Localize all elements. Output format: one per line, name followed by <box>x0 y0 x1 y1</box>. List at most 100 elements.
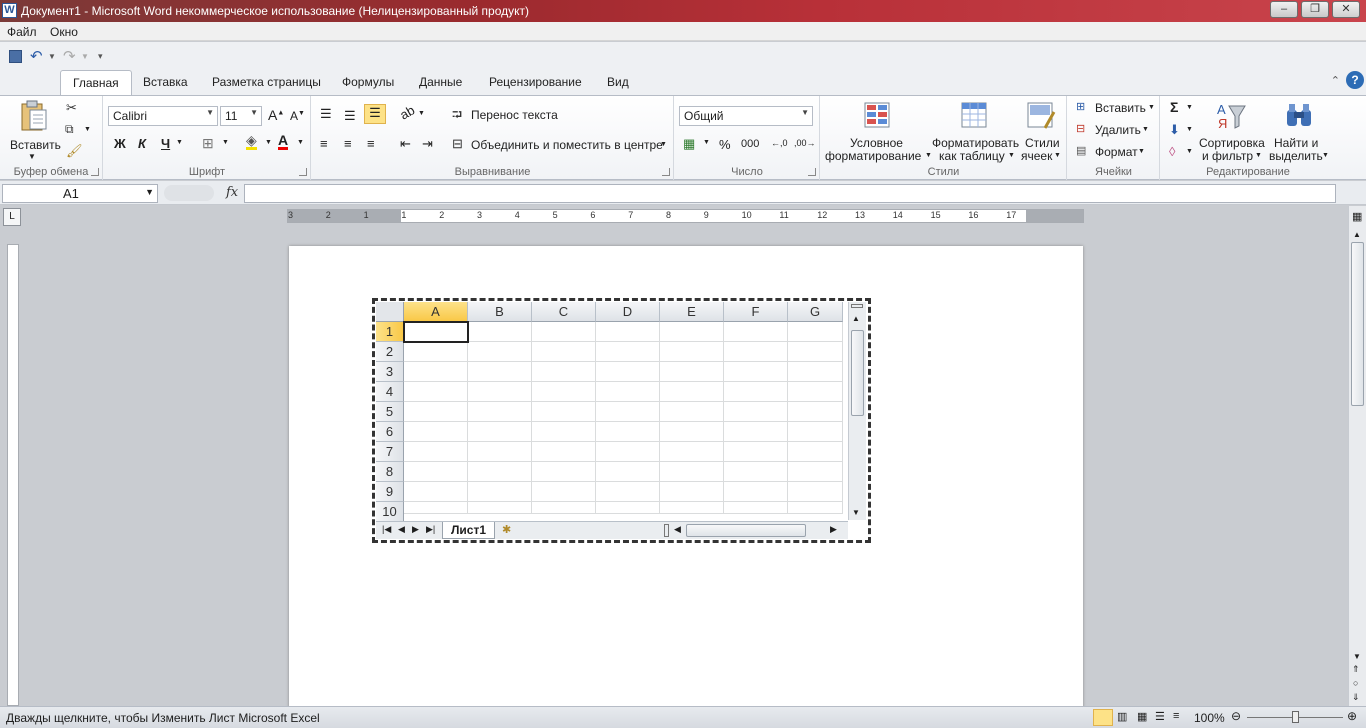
customize-toolbar-icon[interactable]: ▾ <box>98 51 103 67</box>
scroll-down-icon[interactable]: ▼ <box>1353 652 1361 661</box>
scroll-right-icon[interactable]: ▶ <box>830 524 837 535</box>
undo-icon[interactable]: ↶ <box>30 47 43 65</box>
column-header-e[interactable]: E <box>660 302 724 322</box>
minimize-button[interactable]: – <box>1270 1 1298 18</box>
undo-dropdown-icon[interactable]: ▼ <box>48 52 56 68</box>
cell-a9[interactable] <box>404 482 468 502</box>
outline-icon[interactable]: ☰ <box>1155 710 1165 723</box>
print-layout-icon[interactable] <box>1093 709 1113 726</box>
cell-d1[interactable] <box>596 322 660 342</box>
redo-icon[interactable]: ↷ <box>63 47 76 65</box>
align-center-icon[interactable]: ≡ <box>344 136 352 151</box>
chevron-down-icon[interactable]: ▼ <box>1142 126 1149 133</box>
font-size-select[interactable]: 11 ▼ <box>220 106 262 126</box>
cell-a3[interactable] <box>404 362 468 382</box>
scroll-down-icon[interactable]: ▼ <box>852 508 860 517</box>
name-box[interactable]: A1 ▼ <box>2 184 158 203</box>
shrink-font-icon[interactable]: A▼ <box>290 109 305 123</box>
save-icon[interactable] <box>9 50 22 63</box>
tab-insert[interactable]: Вставка <box>143 75 188 89</box>
italic-button[interactable]: К <box>138 136 146 151</box>
chevron-down-icon[interactable]: ▼ <box>1148 104 1155 111</box>
row-header-6[interactable]: 6 <box>376 422 404 442</box>
prev-sheet-icon[interactable]: ◀ <box>398 524 405 535</box>
insert-cells-button[interactable]: Вставить <box>1095 101 1146 115</box>
cell-e3[interactable] <box>660 362 724 382</box>
increase-decimal-icon[interactable]: ←,0 <box>771 138 788 148</box>
cell-g1[interactable] <box>788 322 843 342</box>
scroll-left-icon[interactable]: ◀ <box>674 524 681 535</box>
cell-c2[interactable] <box>532 342 596 362</box>
cell-a7[interactable] <box>404 442 468 462</box>
select-all-corner[interactable] <box>376 302 404 322</box>
font-name-select[interactable]: Calibri ▼ <box>108 106 218 126</box>
decrease-decimal-icon[interactable]: ,00→ <box>794 138 816 148</box>
percent-button[interactable]: % <box>719 137 731 152</box>
tab-view[interactable]: Вид <box>607 75 629 89</box>
format-as-table-button[interactable]: Форматировать как таблицу ▼ <box>931 98 1019 163</box>
column-header-b[interactable]: B <box>468 302 532 322</box>
split-handle-icon[interactable] <box>851 304 863 308</box>
column-header-d[interactable]: D <box>596 302 660 322</box>
view-ruler-icon[interactable]: ▦ <box>1352 210 1362 223</box>
zoom-out-icon[interactable]: ⊖ <box>1231 709 1241 723</box>
cell-b5[interactable] <box>468 402 532 422</box>
fill-color-icon[interactable]: ◈ <box>246 133 257 150</box>
find-select-button[interactable]: Найти и выделить ▼ <box>1267 98 1331 163</box>
bold-button[interactable]: Ж <box>114 136 126 151</box>
zoom-level[interactable]: 100% <box>1194 711 1225 725</box>
tab-home[interactable]: Главная <box>60 70 132 96</box>
cell-f10[interactable] <box>724 502 788 514</box>
cell-g2[interactable] <box>788 342 843 362</box>
delete-cells-icon[interactable]: ⊟ <box>1076 122 1085 135</box>
row-header-3[interactable]: 3 <box>376 362 404 382</box>
scroll-thumb[interactable] <box>851 330 864 416</box>
draft-icon[interactable]: ≡ <box>1173 710 1179 722</box>
row-header-1[interactable]: 1 <box>376 322 404 342</box>
cell-f4[interactable] <box>724 382 788 402</box>
align-left-icon[interactable]: ≡ <box>320 136 328 151</box>
cell-b7[interactable] <box>468 442 532 462</box>
full-screen-reading-icon[interactable]: ▥ <box>1117 710 1127 723</box>
merge-center-button[interactable]: Объединить и поместить в центре <box>471 138 663 152</box>
cell-f3[interactable] <box>724 362 788 382</box>
last-sheet-icon[interactable]: ▶| <box>426 524 435 535</box>
sort-filter-button[interactable]: А Я Сортировка и фильтр ▼ <box>1197 98 1265 163</box>
font-launcher-icon[interactable] <box>299 168 307 176</box>
thousands-button[interactable]: 000 <box>741 138 759 150</box>
cell-styles-button[interactable]: Стили ячеек ▼ <box>1019 98 1065 163</box>
cell-a5[interactable] <box>404 402 468 422</box>
cell-e2[interactable] <box>660 342 724 362</box>
cell-d8[interactable] <box>596 462 660 482</box>
cell-g4[interactable] <box>788 382 843 402</box>
cell-c8[interactable] <box>532 462 596 482</box>
autosum-icon[interactable]: Σ <box>1170 99 1178 115</box>
cell-g3[interactable] <box>788 362 843 382</box>
row-header-9[interactable]: 9 <box>376 482 404 502</box>
cell-e6[interactable] <box>660 422 724 442</box>
currency-icon[interactable]: ▦ <box>683 136 695 152</box>
tab-split-handle[interactable] <box>664 524 669 537</box>
cell-a8[interactable] <box>404 462 468 482</box>
clear-dropdown-icon[interactable]: ▼ <box>1186 148 1193 155</box>
cell-c3[interactable] <box>532 362 596 382</box>
cell-g7[interactable] <box>788 442 843 462</box>
fill-color-dropdown-icon[interactable]: ▼ <box>265 139 272 146</box>
column-header-c[interactable]: C <box>532 302 596 322</box>
row-header-4[interactable]: 4 <box>376 382 404 402</box>
new-sheet-icon[interactable]: ✱ <box>502 523 511 536</box>
cell-a6[interactable] <box>404 422 468 442</box>
cell-d9[interactable] <box>596 482 660 502</box>
cut-icon[interactable]: ✂ <box>66 100 77 116</box>
cell-f8[interactable] <box>724 462 788 482</box>
increase-indent-icon[interactable]: ⇥ <box>422 136 433 152</box>
formula-input[interactable] <box>244 184 1336 203</box>
cell-c1[interactable] <box>532 322 596 342</box>
row-header-2[interactable]: 2 <box>376 342 404 362</box>
currency-dropdown-icon[interactable]: ▼ <box>703 139 710 146</box>
conditional-formatting-button[interactable]: Условное форматирование ▼ <box>825 98 932 163</box>
tab-formulas[interactable]: Формулы <box>342 75 394 89</box>
underline-button[interactable]: Ч <box>161 136 170 151</box>
cell-f1[interactable] <box>724 322 788 342</box>
orientation-dropdown-icon[interactable]: ▼ <box>418 110 425 117</box>
